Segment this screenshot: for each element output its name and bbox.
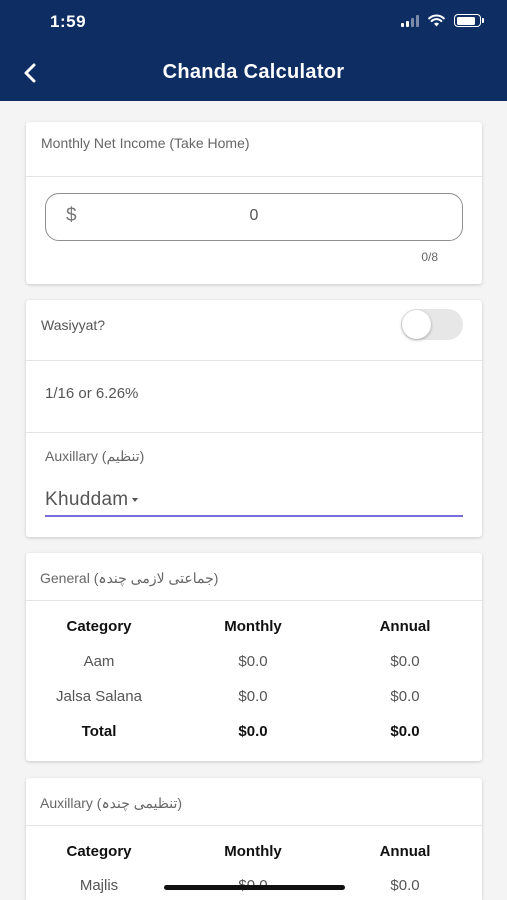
row-category: Aam: [83, 653, 115, 670]
column-header-monthly: Monthly: [224, 843, 282, 860]
table-row: Jalsa Salana $0.0 $0.0: [26, 688, 482, 708]
divider: [26, 176, 482, 177]
auxiliary-selected-value: Khuddam: [45, 489, 139, 511]
table-row: Aam $0.0 $0.0: [26, 653, 482, 673]
status-icons: [401, 14, 484, 27]
auxiliary-select[interactable]: Khuddam: [45, 483, 463, 517]
toggle-knob: [402, 310, 431, 339]
income-input[interactable]: $ 0: [45, 193, 463, 241]
battery-icon: [454, 14, 484, 27]
wasiyyat-toggle[interactable]: [401, 309, 463, 340]
auxiliary-card: Auxillary (تنظیمی چندہ) Category Monthly…: [26, 778, 482, 900]
chevron-down-icon: [132, 497, 139, 502]
column-header-category: Category: [66, 618, 132, 635]
row-monthly: $0.0: [238, 653, 268, 670]
general-card: General (جماعتی لازمی چندہ) Category Mon…: [26, 553, 482, 761]
home-indicator[interactable]: [164, 885, 345, 890]
column-header-annual: Annual: [379, 843, 431, 860]
income-value: 0: [249, 207, 259, 224]
income-card: Monthly Net Income (Take Home) $ 0 0/8: [26, 122, 482, 284]
total-row: Total $0.0 $0.0: [26, 723, 482, 743]
divider: [26, 360, 482, 361]
row-category: Jalsa Salana: [56, 688, 142, 705]
row-annual: $0.0: [390, 877, 420, 894]
column-header-category: Category: [66, 843, 132, 860]
divider: [26, 432, 482, 433]
status-time: 1:59: [50, 12, 87, 31]
row-annual: $0.0: [390, 653, 420, 670]
auxiliary-label: Auxillary (تنظیم): [45, 448, 145, 464]
wasiyyat-label: Wasiyyat?: [41, 317, 106, 333]
divider: [26, 600, 482, 601]
wasiyyat-card: Wasiyyat? 1/16 or 6.26% Auxillary (تنظیم…: [26, 300, 482, 537]
row-monthly: $0.0: [238, 688, 268, 705]
app-header: 1:59 Chanda Calculator: [0, 0, 507, 101]
column-header-annual: Annual: [379, 618, 431, 635]
character-counter: 0/8: [421, 250, 438, 264]
row-annual: $0.0: [390, 688, 420, 705]
table-header-row: Category Monthly Annual: [26, 618, 482, 638]
page-title: Chanda Calculator: [162, 61, 345, 83]
auxiliary-title: Auxillary (تنظیمی چندہ): [40, 795, 183, 811]
income-label: Monthly Net Income (Take Home): [41, 135, 250, 151]
general-title: General (جماعتی لازمی چندہ): [40, 570, 219, 586]
signal-icon: [401, 14, 419, 27]
wasiyyat-rate: 1/16 or 6.26%: [45, 385, 139, 402]
row-category: Majlis: [79, 877, 119, 894]
divider: [26, 825, 482, 826]
table-header-row: Category Monthly Annual: [26, 843, 482, 863]
total-label: Total: [81, 723, 117, 740]
total-annual: $0.0: [390, 723, 420, 740]
wifi-icon: [428, 14, 445, 27]
column-header-monthly: Monthly: [224, 618, 282, 635]
total-monthly: $0.0: [238, 723, 268, 740]
